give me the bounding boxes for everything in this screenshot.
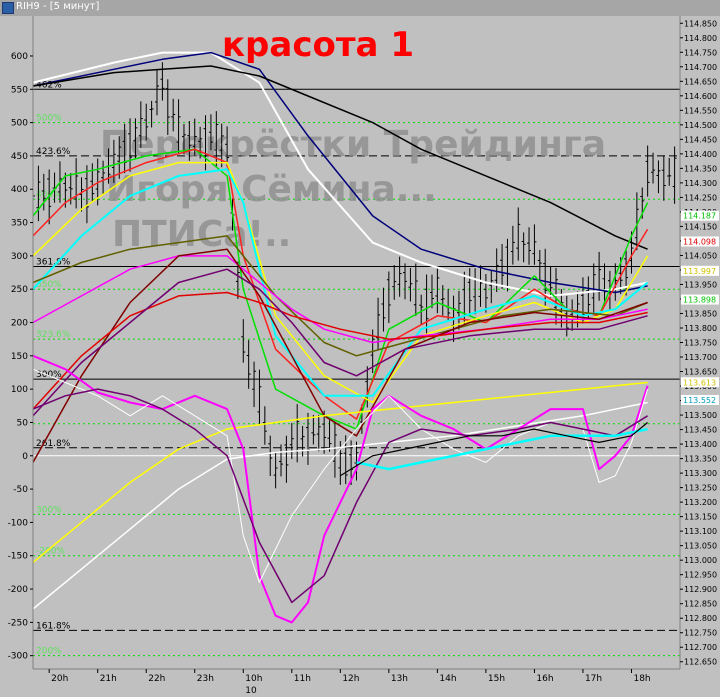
time-sublabel: 10	[245, 686, 257, 696]
right-axis: 114.850 114.800 114.750 114.700 114.650 114.6…	[679, 16, 720, 669]
right-tick-label: 112.750	[684, 629, 717, 638]
right-tick-label: 112.800	[684, 614, 717, 623]
right-tick-label: 114.350	[684, 164, 717, 173]
left-tick-label: 0	[22, 452, 28, 462]
right-tick-label: 113.200	[684, 498, 717, 507]
right-tick-label: 113.500	[684, 411, 717, 420]
right-tick-label: 114.700	[684, 63, 717, 72]
app-icon	[2, 2, 14, 14]
left-tick-label: 600	[11, 52, 28, 62]
right-tick-label: 114.850	[684, 19, 717, 28]
time-tick-label: 22h	[148, 674, 165, 684]
watermark-line: Перекрёстки Трейдинга	[100, 124, 606, 165]
level-label: 500%	[36, 114, 62, 124]
right-tick-label: 114.500	[684, 121, 717, 130]
level-label: 161.8%	[36, 621, 71, 631]
right-tick-label: 114.050	[684, 251, 717, 260]
time-tick-label: 14h	[439, 674, 456, 684]
left-tick-label: 200	[11, 319, 28, 329]
left-tick-label: 550	[11, 85, 28, 95]
chart-window: RIH9 - [5 минут] 462%500%423.6%400%361.8…	[0, 0, 720, 697]
left-tick-label: 100	[11, 385, 28, 395]
level-label: 423.6%	[36, 147, 71, 157]
price-badge-label: 113.552	[683, 396, 716, 405]
right-tick-label: 114.800	[684, 34, 717, 43]
right-tick-label: 114.250	[684, 193, 717, 202]
chart-title: красота 1	[222, 25, 414, 65]
left-tick-label: -250	[8, 618, 29, 628]
right-tick-label: 113.150	[684, 513, 717, 522]
right-tick-label: 114.300	[684, 179, 717, 188]
level-label: 323.6%	[36, 330, 71, 340]
price-badge-label: 114.098	[683, 238, 716, 247]
right-tick-label: 114.400	[684, 150, 717, 159]
right-tick-label: 113.850	[684, 309, 717, 318]
left-tick-label: -100	[8, 518, 29, 528]
right-tick-label: 113.650	[684, 368, 717, 377]
right-tick-label: 112.650	[684, 658, 717, 667]
time-tick-label: 17h	[585, 674, 602, 684]
right-tick-label: 114.550	[684, 106, 717, 115]
right-tick-label: 113.250	[684, 484, 717, 493]
time-tick-label: 20h	[51, 674, 68, 684]
left-tick-label: -300	[8, 652, 29, 662]
left-tick-label: 450	[11, 152, 28, 162]
left-tick-label: 300	[11, 252, 28, 262]
plot-area	[33, 16, 680, 669]
right-tick-label: 113.800	[684, 324, 717, 333]
right-tick-label: 112.850	[684, 600, 717, 609]
price-badge-label: 113.898	[683, 296, 716, 305]
right-tick-label: 113.750	[684, 339, 717, 348]
time-tick-label: 11h	[294, 674, 311, 684]
right-tick-label: 113.000	[684, 556, 717, 565]
watermark-line: ПТИСа!..	[112, 214, 291, 255]
right-tick-label: 112.900	[684, 585, 717, 594]
right-tick-label: 113.950	[684, 280, 717, 289]
price-badge-label: 113.613	[683, 378, 716, 387]
right-tick-label: 114.450	[684, 135, 717, 144]
right-tick-label: 114.750	[684, 48, 717, 57]
time-tick-label: 16h	[536, 674, 553, 684]
time-tick-label: 18h	[633, 674, 650, 684]
left-tick-label: 350	[11, 219, 28, 229]
time-tick-label: 13h	[391, 674, 408, 684]
left-tick-label: 500	[11, 119, 28, 129]
price-badge-label: 113.997	[683, 267, 716, 276]
right-tick-label: 113.400	[684, 440, 717, 449]
left-tick-label: 400	[11, 185, 28, 195]
left-axis-bg	[0, 16, 33, 669]
time-tick-label: 23h	[197, 674, 214, 684]
price-chart[interactable]: 462%500%423.6%400%361.8%350%323.6%300%26…	[0, 16, 720, 697]
price-badge-label: 114.187	[683, 212, 716, 221]
time-tick-label: 12h	[342, 674, 359, 684]
left-tick-label: 50	[17, 418, 29, 428]
right-tick-label: 113.100	[684, 527, 717, 536]
left-tick-label: 150	[11, 352, 28, 362]
right-tick-label: 114.150	[684, 222, 717, 231]
right-tick-label: 112.700	[684, 643, 717, 652]
right-tick-label: 113.300	[684, 469, 717, 478]
left-tick-label: -50	[13, 485, 28, 495]
level-label: 300%	[36, 505, 62, 515]
right-tick-label: 114.600	[684, 92, 717, 101]
right-tick-label: 113.450	[684, 426, 717, 435]
left-tick-label: -150	[8, 552, 29, 562]
right-tick-label: 113.700	[684, 353, 717, 362]
right-tick-label: 112.950	[684, 571, 717, 580]
right-tick-label: 113.050	[684, 542, 717, 551]
time-axis: 20h 21h 22h 23h 10h 11h 12h 13h 14h 15h 16h 17h 18h 1…	[33, 668, 680, 697]
left-tick-label: 250	[11, 285, 28, 295]
watermark-line: Игоря Сёмина...	[106, 169, 437, 210]
right-tick-label: 113.350	[684, 455, 717, 464]
time-tick-label: 10h	[245, 674, 262, 684]
left-axis: 600550500450400350300250200150100500-50-…	[0, 16, 34, 669]
window-titlebar: RIH9 - [5 минут]	[0, 0, 720, 17]
time-tick-label: 15h	[488, 674, 505, 684]
left-tick-label: -200	[8, 585, 29, 595]
right-tick-label: 114.650	[684, 77, 717, 86]
window-title: RIH9 - [5 минут]	[16, 1, 100, 12]
time-tick-label: 21h	[100, 674, 117, 684]
level-label: 200%	[36, 647, 62, 657]
